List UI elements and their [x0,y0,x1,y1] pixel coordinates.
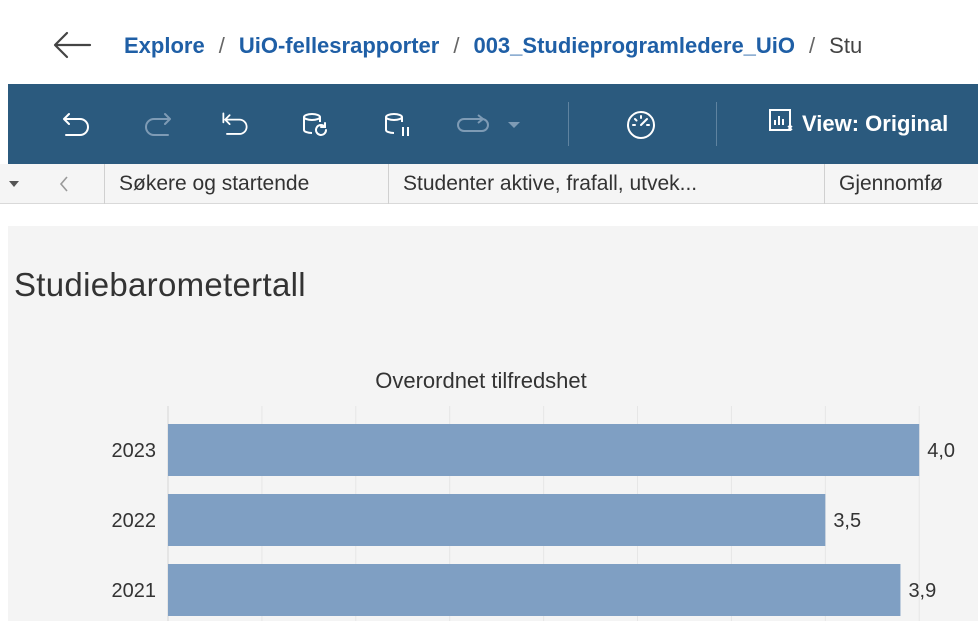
breadcrumb-bar: Explore / UiO-fellesrapporter / 003_Studiepr… [0,0,978,84]
pause-updates-icon[interactable] [380,108,414,142]
view-label: View: Original [802,111,949,136]
toolbar-divider [568,102,569,146]
data-label: 4,0 [927,440,955,462]
tab-sokere-og-startende[interactable]: Søkere og startende [104,164,388,204]
breadcrumb-separator: / [809,33,816,58]
chart-title: Overordnet tilfredshet [375,368,587,393]
undo-icon[interactable] [60,108,94,142]
dashboard-area: Studiebarometertall Overordnet tilfredsh… [8,226,978,621]
breadcrumb-uio-fellesrapporter[interactable]: UiO-fellesrapporter [239,33,440,58]
breadcrumb-studieprogramledere[interactable]: 003_Studieprogramledere_UiO [473,33,795,58]
breadcrumb-explore[interactable]: Explore [124,33,205,58]
sheet-tabs: Søkere og startende Studenter aktive, fr… [0,164,978,204]
bar-chart: 2023 4,0 2022 3,5 2021 3,9 [112,406,955,621]
replay-dropdown-icon[interactable] [504,108,524,142]
breadcrumb: Explore / UiO-fellesrapporter / 003_Studiepr… [124,33,862,59]
breadcrumb-current: Stu [829,33,863,58]
bar [168,564,901,616]
tab-studenter-aktive[interactable]: Studenter aktive, frafall, utvek... [388,164,824,204]
replay-icon[interactable] [452,108,492,142]
back-arrow-icon[interactable] [50,30,94,60]
refresh-data-icon[interactable] [298,108,332,142]
revert-icon[interactable] [218,108,252,142]
data-label: 3,5 [833,510,861,532]
y-tick-label: 2022 [112,510,157,532]
view-original-button[interactable]: View: Original [768,106,948,142]
metrics-icon[interactable] [624,108,658,142]
data-label: 3,9 [908,580,936,602]
tab-gjennomforing[interactable]: Gjennomfø [824,164,978,204]
toolbar: View: Original [8,84,978,164]
y-tick-label: 2023 [112,440,157,462]
breadcrumb-separator: / [218,33,225,58]
tabs-menu-dropdown-icon[interactable] [0,164,28,204]
bar [168,424,920,476]
dashboard-title: Studiebarometertall [14,266,306,303]
breadcrumb-separator: / [453,33,460,58]
redo-icon[interactable] [140,108,174,142]
y-tick-label: 2021 [112,580,157,602]
bar [168,494,826,546]
tabs-scroll-left-icon[interactable] [44,164,84,204]
toolbar-divider [716,102,717,146]
view-icon [768,108,794,140]
